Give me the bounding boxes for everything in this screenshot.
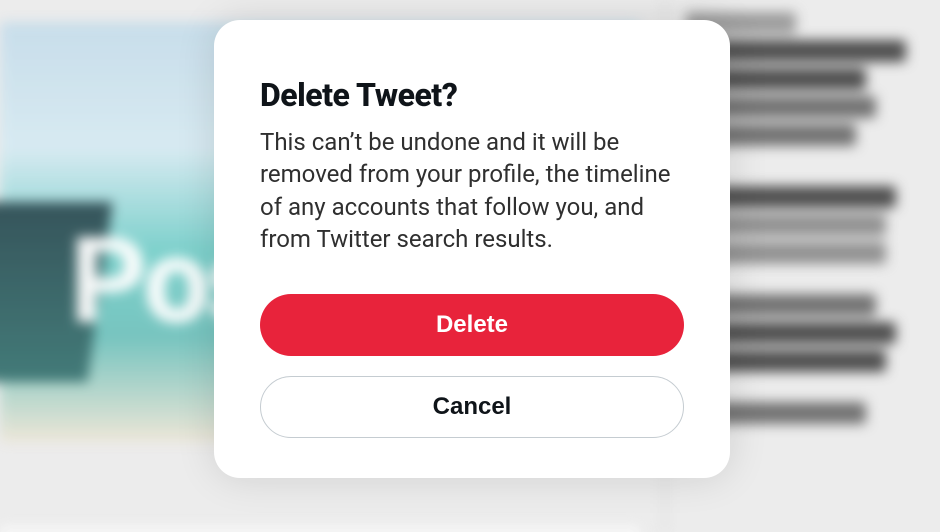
cancel-button[interactable]: Cancel — [260, 376, 684, 438]
delete-button[interactable]: Delete — [260, 294, 684, 356]
delete-tweet-dialog: Delete Tweet? This can’t be undone and i… — [214, 20, 730, 478]
dialog-description: This can’t be undone and it will be remo… — [260, 126, 684, 256]
dialog-title: Delete Tweet? — [260, 76, 684, 114]
app-viewport: Pos Delete Tweet? This can’t be undone — [0, 0, 940, 532]
